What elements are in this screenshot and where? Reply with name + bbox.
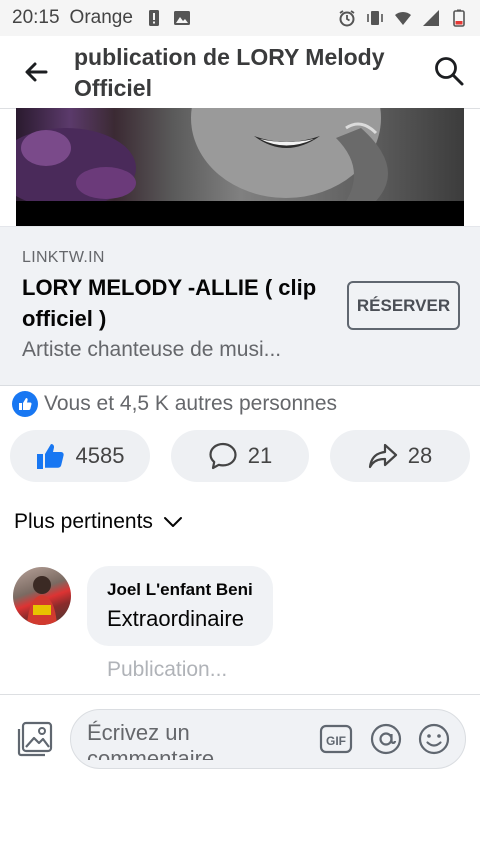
sort-label: Plus pertinents [14,510,153,533]
like-button[interactable]: 4585 [10,430,150,482]
comment-count: 21 [247,443,273,468]
like-count: 4585 [75,443,125,468]
status-bar: 20:15 Orange [0,0,480,36]
wifi-icon [395,11,411,25]
link-preview-card[interactable]: LINKTW.IN LORY MELODY -ALLIE ( clip offi… [0,226,480,386]
page-title: publication de LORY Melody Officiel [74,44,385,101]
comment-author[interactable]: Joel L'enfant Beni [107,580,253,600]
publication-hint: Publication... [107,658,228,681]
photo-illustration [16,108,388,208]
chevron-down-icon [163,517,182,527]
comment-input[interactable]: Écrivez un commentaire [87,720,297,760]
comment-button[interactable]: 21 [171,430,309,482]
post-photo [16,108,464,208]
like-reaction-icon [12,391,38,417]
comment-bubble[interactable]: Joel L'enfant Beni Extraordinaire [87,566,273,646]
avatar-photo [27,576,57,625]
vibrate-icon [367,11,383,25]
photo-attach-icon[interactable] [16,720,54,758]
link-description: Artiste chanteuse de musi... [22,338,282,361]
reserve-button[interactable]: RÉSERVER [347,281,460,330]
reactions-summary-text: Vous et 4,5 K autres personnes [44,392,338,415]
emoji-icon[interactable] [417,722,451,756]
post-media[interactable] [16,108,464,226]
svg-text:GIF: GIF [326,734,346,748]
divider [0,694,480,695]
comment-composer[interactable]: Écrivez un commentaire GIF [70,709,466,769]
mention-icon[interactable] [369,722,403,756]
comment-sort-dropdown[interactable]: Plus pertinents [14,510,183,534]
alarm-icon [339,10,355,27]
status-carrier: Orange [69,7,133,28]
signal-icon [423,10,439,26]
thumbs-up-icon [36,444,64,469]
alert-icon [148,10,159,26]
share-button[interactable]: 28 [330,430,470,482]
search-icon[interactable] [432,54,466,88]
avatar[interactable] [13,567,71,625]
comment-bubble-icon [209,442,237,470]
link-domain: LINKTW.IN [22,249,105,266]
share-count: 28 [407,443,433,468]
share-arrow-icon [368,443,397,469]
image-icon [173,11,190,25]
reactions-summary[interactable]: Vous et 4,5 K autres personnes [12,391,337,417]
link-title: LORY MELODY -ALLIE ( clip officiel ) [22,275,317,331]
gif-icon[interactable]: GIF [319,724,353,754]
status-time: 20:15 [12,7,60,28]
comment-text: Extraordinaire [107,606,244,631]
battery-icon [453,9,465,27]
top-bar: publication de LORY Melody Officiel [0,36,480,109]
back-arrow-icon[interactable] [20,56,52,88]
